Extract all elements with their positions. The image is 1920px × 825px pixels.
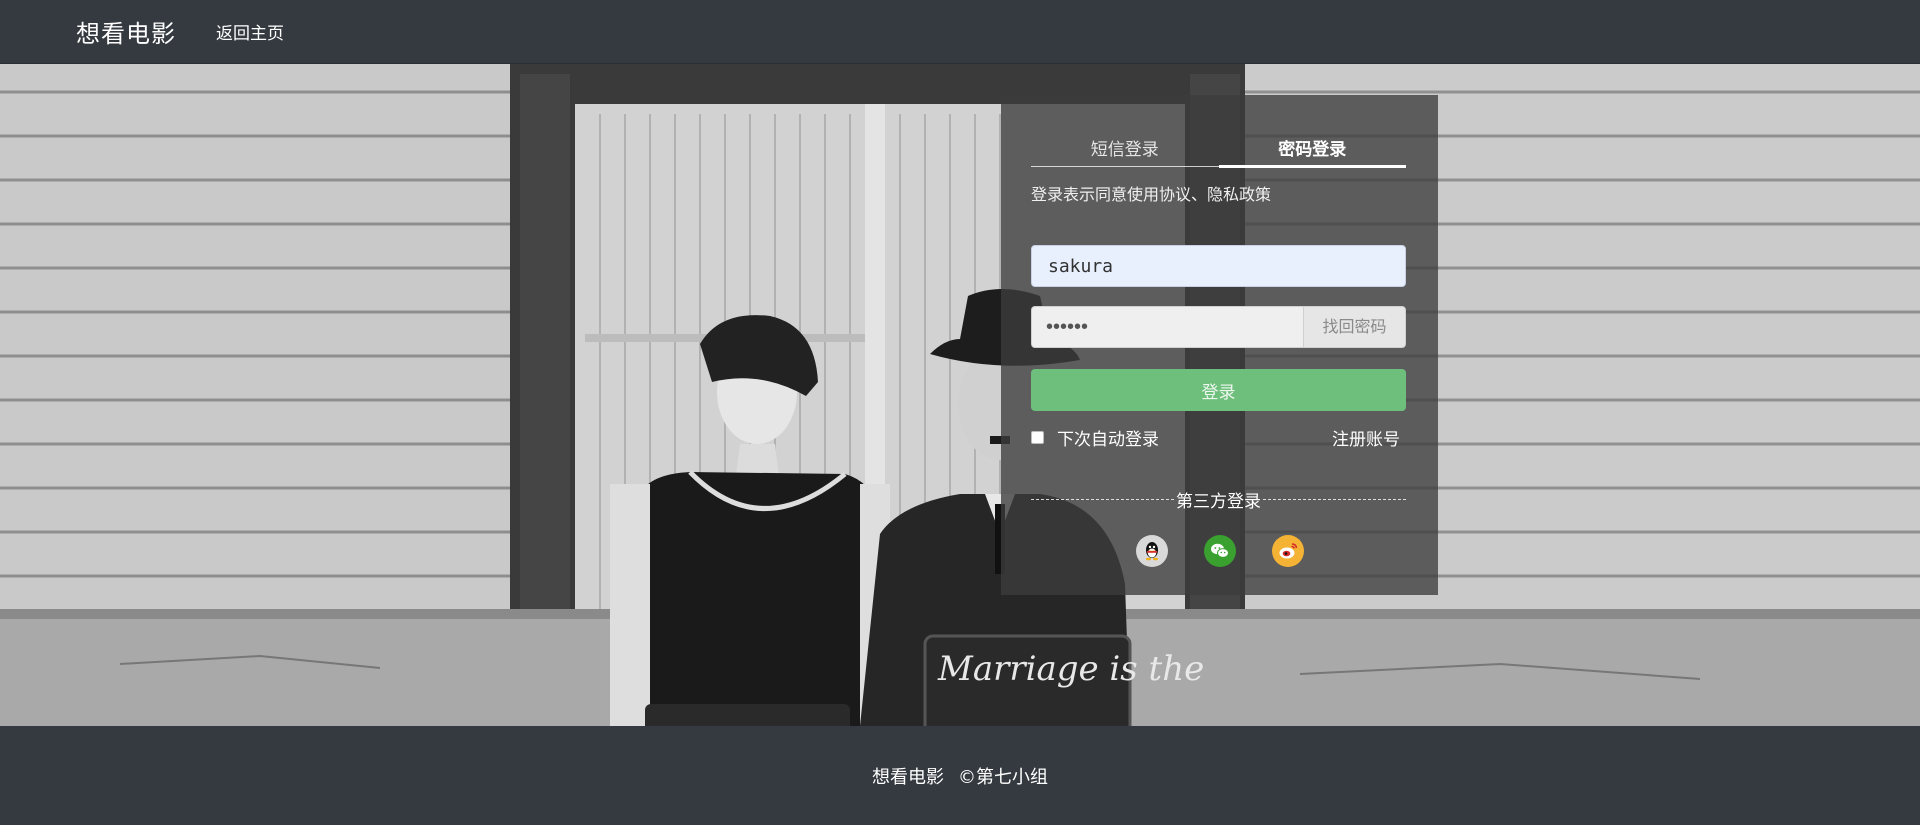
back-to-home-link[interactable]: 返回主页 xyxy=(216,19,284,44)
login-button[interactable]: 登录 xyxy=(1031,369,1406,411)
username-input[interactable] xyxy=(1031,245,1406,287)
third-party-divider: 第三方登录 xyxy=(1031,487,1406,512)
social-login-icons xyxy=(1001,535,1438,567)
background-photo-illustration: Marriage is the xyxy=(0,64,1920,726)
remember-me-label[interactable]: 下次自动登录 xyxy=(1057,425,1159,450)
forgot-password-button[interactable]: 找回密码 xyxy=(1303,306,1406,348)
tab-sms-login[interactable]: 短信登录 xyxy=(1031,135,1219,166)
qq-icon[interactable] xyxy=(1135,535,1168,567)
chalkboard-text: Marriage is the xyxy=(937,649,1204,689)
wechat-icon[interactable] xyxy=(1203,535,1236,567)
divider-line-left xyxy=(1031,499,1174,500)
third-party-label: 第三方登录 xyxy=(1176,492,1261,512)
remember-me-checkbox[interactable] xyxy=(1031,431,1044,444)
divider-line-right xyxy=(1263,499,1406,500)
footer-brand: 想看电影 xyxy=(872,766,944,788)
hero-background-photo: Marriage is the xyxy=(0,64,1920,726)
site-brand[interactable]: 想看电影 xyxy=(76,14,176,49)
password-group: 找回密码 xyxy=(1031,306,1406,348)
agreement-notice: 登录表示同意使用协议、隐私政策 xyxy=(1031,185,1272,204)
remember-me: 下次自动登录 xyxy=(1031,425,1159,450)
top-navbar: 想看电影 返回主页 xyxy=(0,0,1920,64)
page-footer: 想看电影 ©第七小组 xyxy=(0,726,1920,825)
password-input[interactable] xyxy=(1031,306,1303,348)
weibo-icon[interactable] xyxy=(1271,535,1304,567)
login-tabs: 短信登录 密码登录 xyxy=(1031,135,1406,168)
tab-password-login[interactable]: 密码登录 xyxy=(1218,135,1406,168)
register-link[interactable]: 注册账号 xyxy=(1332,425,1400,450)
login-panel: 短信登录 密码登录 登录表示同意使用协议、隐私政策 找回密码 登录 下次自动登录… xyxy=(1001,95,1438,595)
footer-copyright: ©第七小组 xyxy=(958,766,1048,788)
